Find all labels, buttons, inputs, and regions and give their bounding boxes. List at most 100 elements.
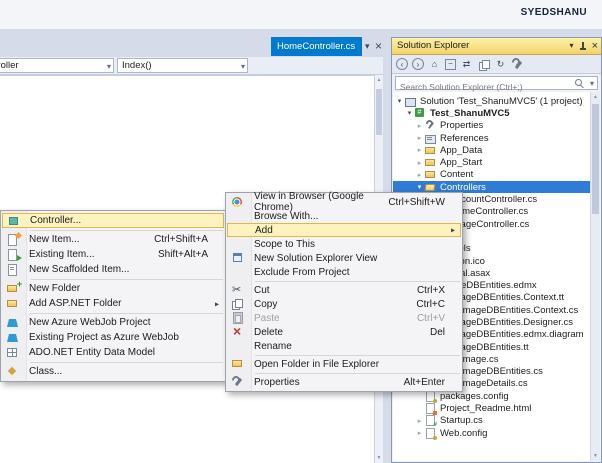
menu-item-label: Delete xyxy=(246,327,283,338)
tree-item-app-data[interactable]: ▸App_Data xyxy=(393,144,590,156)
sync-with-active-document-icon[interactable]: ⇄ xyxy=(460,58,473,71)
cs-icon xyxy=(424,415,437,426)
tree-item-solution-test-shanumvc5-1-project[interactable]: ▾Solution 'Test_ShanuMVC5' (1 project) xyxy=(393,95,590,107)
menu-item-delete[interactable]: DeleteDel xyxy=(227,325,461,339)
document-list-chevron-icon[interactable]: ▾ xyxy=(365,41,370,52)
menu-item-cut[interactable]: CutCtrl+X xyxy=(227,283,461,297)
editor-scrollbar-thumb[interactable] xyxy=(376,89,382,135)
menu-item-scope-to-this[interactable]: Scope to This xyxy=(227,237,461,251)
window-menu-chevron-icon[interactable]: ▾ xyxy=(570,38,574,54)
menu-item-new-solution-explorer-view[interactable]: New Solution Explorer View xyxy=(227,251,461,265)
tree-item-content[interactable]: ▸ Content xyxy=(393,169,590,181)
expander-expanded-icon[interactable]: ▾ xyxy=(415,183,424,191)
ado-icon xyxy=(6,347,21,359)
tree-item-label: Content xyxy=(437,169,473,180)
menu-item-shortcut: Alt+Enter xyxy=(404,377,461,388)
search-input[interactable] xyxy=(396,81,573,92)
solution-explorer-scrollbar[interactable]: ▲ ▼ xyxy=(590,92,600,461)
member-dropdown-value: Index() xyxy=(118,59,234,72)
editor-navigation-bar: HomeController ▾ Index() ▾ xyxy=(0,57,383,75)
type-dropdown[interactable]: HomeController ▾ xyxy=(0,58,114,73)
solution-explorer-titlebar[interactable]: Solution Explorer ▾ × xyxy=(392,38,601,55)
search-box[interactable]: ▾ xyxy=(395,76,598,90)
menu-item-browse-with[interactable]: Browse With... xyxy=(227,209,461,223)
folder-icon xyxy=(424,157,437,168)
expander-collapsed-icon[interactable]: ▸ xyxy=(415,146,424,154)
tree-item-startup-cs[interactable]: ▸Startup.cs xyxy=(393,415,590,427)
document-tab-strip: HomeController.cs ▾ × xyxy=(0,37,383,56)
tree-item-project-readme-html[interactable]: Project_Readme.html xyxy=(393,402,590,414)
tree-item-web-config[interactable]: ▸Web.config xyxy=(393,427,590,439)
icon-slot xyxy=(232,224,247,236)
menu-item-label: Existing Project as Azure WebJob xyxy=(21,332,179,343)
tree-item-properties[interactable]: ▸Properties xyxy=(393,120,590,132)
expander-expanded-icon[interactable]: ▾ xyxy=(405,109,414,117)
close-document-icon[interactable]: × xyxy=(375,39,382,53)
menu-item-open-folder-in-file-explorer[interactable]: Open Folder in File Explorer xyxy=(227,357,461,371)
tree-item-app-start[interactable]: ▸App_Start xyxy=(393,156,590,168)
refresh-icon[interactable]: ↻ xyxy=(494,58,507,71)
submenu-item-existing-item[interactable]: Existing Item...Shift+Alt+A xyxy=(2,247,224,262)
tree-item-label: ImageDetails.cs xyxy=(457,378,528,389)
expander-collapsed-icon[interactable]: ▸ xyxy=(415,417,424,425)
submenu-item-ado-net-entity-data-model[interactable]: ADO.NET Entity Data Model xyxy=(2,345,224,360)
submenu-item-controller[interactable]: Controller... xyxy=(2,213,224,228)
menu-item-label: Properties xyxy=(246,377,300,388)
menu-item-rename[interactable]: Rename xyxy=(227,339,461,353)
new-folder-icon xyxy=(6,283,21,295)
menu-item-view-in-browser-google-chrome[interactable]: View in Browser (Google Chrome)Ctrl+Shif… xyxy=(227,195,461,209)
menu-item-exclude-from-project[interactable]: Exclude From Project xyxy=(227,265,461,279)
search-options-chevron-icon[interactable]: ▾ xyxy=(590,79,594,88)
tree-item-references[interactable]: ▸References xyxy=(393,132,590,144)
properties-icon[interactable] xyxy=(511,58,524,71)
refs-icon xyxy=(424,133,437,144)
pin-icon[interactable] xyxy=(579,41,587,52)
member-dropdown[interactable]: Index() ▾ xyxy=(117,58,248,73)
chevron-down-icon: ▾ xyxy=(241,62,245,71)
scroll-up-icon[interactable]: ▲ xyxy=(375,77,383,83)
scroll-down-icon[interactable]: ▼ xyxy=(591,453,600,459)
scrollbar-thumb[interactable] xyxy=(592,104,599,214)
forward-icon[interactable]: › xyxy=(412,58,424,70)
expander-collapsed-icon[interactable]: ▸ xyxy=(415,171,424,179)
expander-collapsed-icon[interactable]: ▸ xyxy=(415,429,424,437)
menu-item-shortcut: Ctrl+V xyxy=(417,313,461,324)
collapse-all-icon[interactable]: − xyxy=(445,59,456,70)
close-icon[interactable]: × xyxy=(592,41,598,52)
submenu-item-new-item[interactable]: New Item...Ctrl+Shift+A xyxy=(2,232,224,247)
menu-item-label: Cut xyxy=(246,285,270,296)
tab-homecontroller[interactable]: HomeController.cs xyxy=(271,37,362,56)
menu-item-label: New Folder xyxy=(21,283,80,294)
controller-icon xyxy=(7,215,22,227)
menu-item-label: Browse With... xyxy=(246,211,318,222)
solution-icon xyxy=(404,96,417,107)
submenu-item-existing-project-as-azure-webjob[interactable]: Existing Project as Azure WebJob xyxy=(2,330,224,345)
back-icon[interactable]: ‹ xyxy=(396,58,408,70)
type-dropdown-value: HomeController xyxy=(0,59,100,72)
submenu-item-new-scaffolded-item[interactable]: New Scaffolded Item... xyxy=(2,262,224,277)
menu-item-add[interactable]: Add▸ xyxy=(227,223,461,237)
menu-item-properties[interactable]: Properties Alt+Enter xyxy=(227,375,461,389)
tree-item-test-shanumvc5[interactable]: ▾Test_ShanuMVC5 xyxy=(393,107,590,119)
submenu-item-add-asp-net-folder[interactable]: Add ASP.NET Folder▸ xyxy=(2,296,224,311)
titlebar-buttons: ▾ × xyxy=(570,39,598,53)
menu-item-label: Controller... xyxy=(22,215,81,226)
expander-collapsed-icon[interactable]: ▸ xyxy=(415,122,424,130)
show-all-files-icon[interactable] xyxy=(477,58,490,71)
expander-collapsed-icon[interactable]: ▸ xyxy=(415,134,424,142)
submenu-item-new-folder[interactable]: New Folder xyxy=(2,281,224,296)
menu-separator xyxy=(30,362,223,363)
menu-item-copy[interactable]: CopyCtrl+C xyxy=(227,297,461,311)
submenu-item-new-azure-webjob-project[interactable]: New Azure WebJob Project xyxy=(2,315,224,330)
scroll-up-icon[interactable]: ▲ xyxy=(591,94,600,100)
submenu-item-class[interactable]: Class... xyxy=(2,364,224,379)
menu-separator xyxy=(30,279,223,280)
home-icon[interactable]: ⌂ xyxy=(428,58,441,71)
menu-item-label: New Scaffolded Item... xyxy=(21,264,129,275)
solution-explorer-toolbar: ‹ › ⌂−⇄ ↻ xyxy=(392,55,601,74)
expander-collapsed-icon[interactable]: ▸ xyxy=(415,159,424,167)
scroll-down-icon[interactable]: ▼ xyxy=(375,455,383,461)
expander-expanded-icon[interactable]: ▾ xyxy=(395,97,404,105)
menu-separator xyxy=(30,313,223,314)
config-icon xyxy=(424,428,437,439)
